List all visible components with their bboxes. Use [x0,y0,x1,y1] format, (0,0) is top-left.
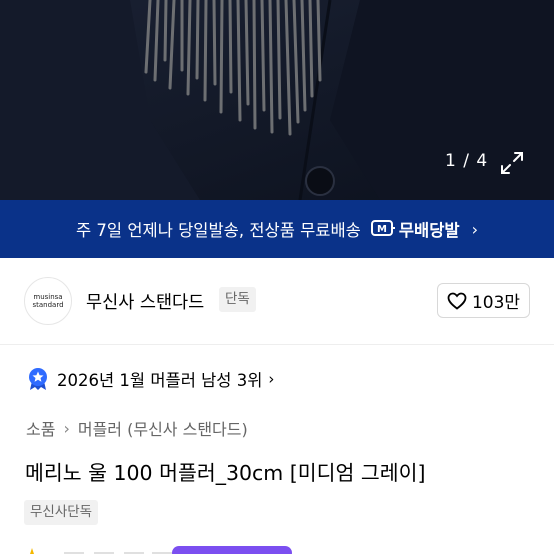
brand-like-button[interactable]: 103만 [437,283,530,318]
chevron-right-icon: › [63,418,70,438]
product-image[interactable]: 1 / 4 [0,0,554,200]
breadcrumb-item[interactable]: 소품 [26,416,55,440]
musinsa-exclusive-tag: 무신사단독 [24,500,99,525]
chevron-right-icon: › [471,219,478,239]
delivery-promo-banner[interactable]: 주 7일 언제나 당일발송, 전상품 무료배송 M 무배당발 › [0,200,554,258]
m-delivery-icon: M [370,220,395,236]
ranking-text: 2026년 1월 머플러 남성 3위 [57,371,263,390]
brand-logo-line1: musinsa [33,293,63,301]
delivery-badge: M 무배당발 [370,217,460,241]
rank-badge-icon [29,368,47,390]
product-title: 메리노 울 100 머플러_30cm [미디엄 그레이] [25,461,426,485]
chevron-right-icon: › [268,370,275,388]
promo-pill[interactable] [172,546,292,554]
breadcrumb-item[interactable]: 머플러 (무신사 스탠다드) [78,416,248,440]
expand-icon[interactable] [500,151,524,175]
delivery-badge-label: 무배당발 [398,221,460,240]
like-count: 103만 [471,293,521,313]
rating-stars-icon [25,548,172,554]
image-counter: 1 / 4 [445,151,489,171]
heart-icon [447,292,467,310]
ranking-link[interactable]: 2026년 1월 머플러 남성 3위 › [27,367,274,391]
promo-text: 주 7일 언제나 당일발송, 전상품 무료배송 [76,221,361,240]
brand-logo[interactable]: musinsa standard [24,277,72,325]
svg-text:M: M [377,224,387,235]
exclusive-tag: 단독 [219,287,256,312]
divider [0,344,554,345]
brand-name[interactable]: 무신사 스탠다드 [86,289,204,314]
breadcrumb: 소품 › 머플러 (무신사 스탠다드) [26,416,248,440]
brand-row: musinsa standard 무신사 스탠다드 단독 103만 [0,258,554,344]
brand-logo-line2: standard [32,301,64,309]
